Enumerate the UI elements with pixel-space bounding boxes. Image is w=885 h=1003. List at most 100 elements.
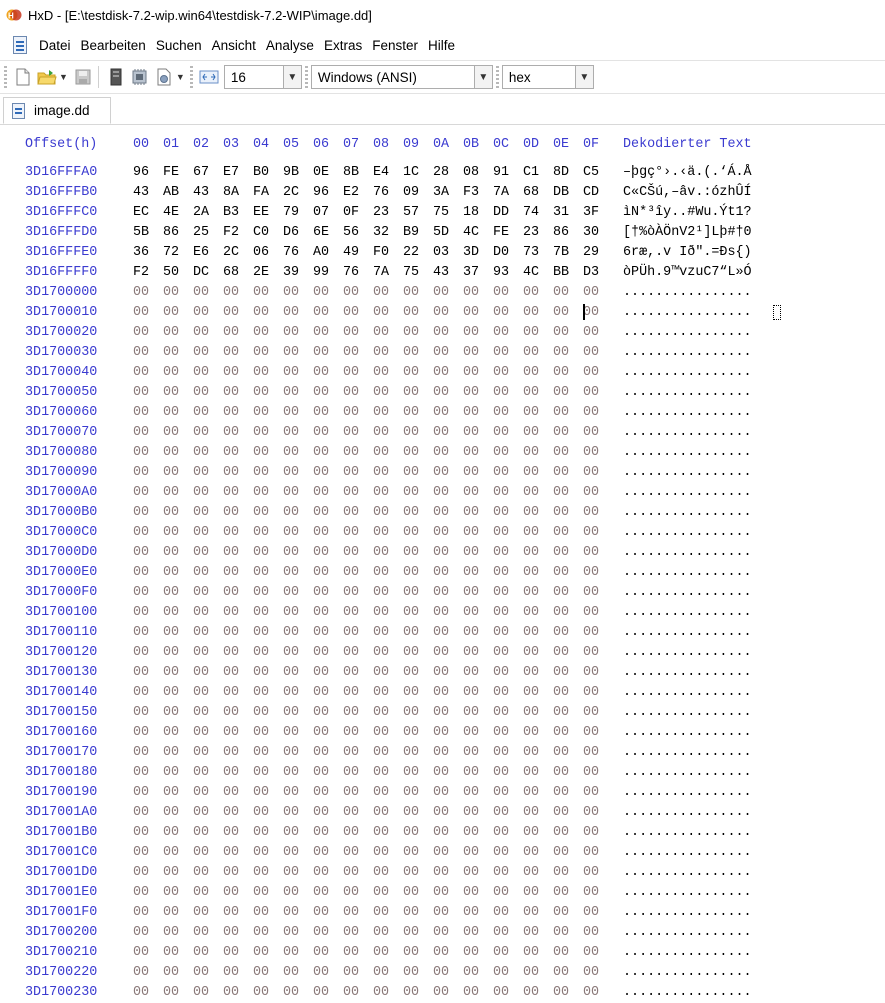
menu-ansicht[interactable]: Ansicht	[208, 38, 262, 53]
hex-byte[interactable]: 00	[583, 445, 599, 460]
hex-byte[interactable]: F3	[463, 185, 479, 200]
hex-byte[interactable]: 00	[133, 405, 149, 420]
hex-byte[interactable]: 00	[523, 645, 539, 660]
hex-byte[interactable]: 00	[493, 445, 509, 460]
hex-byte[interactable]: 00	[373, 485, 389, 500]
hex-byte[interactable]: 00	[193, 765, 209, 780]
hex-byte[interactable]: 00	[493, 805, 509, 820]
hex-byte[interactable]: 00	[343, 305, 359, 320]
hex-byte[interactable]: 00	[223, 325, 239, 340]
hex-byte[interactable]: 00	[373, 705, 389, 720]
hex-byte[interactable]: 00	[283, 545, 299, 560]
hex-byte[interactable]: 00	[343, 645, 359, 660]
hex-byte[interactable]: 00	[133, 505, 149, 520]
hex-byte[interactable]: 00	[493, 565, 509, 580]
hex-byte[interactable]: 00	[133, 945, 149, 960]
hex-byte[interactable]: 00	[343, 965, 359, 980]
decoded-text[interactable]: ìN*³îy..#Wu.Ýt1?	[623, 205, 752, 220]
hex-byte[interactable]: 99	[313, 265, 329, 280]
hex-byte[interactable]: 00	[463, 725, 479, 740]
hex-byte[interactable]: 00	[223, 765, 239, 780]
hex-byte[interactable]: 00	[523, 865, 539, 880]
hex-byte[interactable]: 00	[343, 545, 359, 560]
hex-byte[interactable]: 00	[373, 785, 389, 800]
hex-byte[interactable]: 00	[283, 765, 299, 780]
hex-byte[interactable]: 00	[133, 725, 149, 740]
hex-byte[interactable]: 00	[343, 345, 359, 360]
hex-byte[interactable]: 00	[523, 805, 539, 820]
hex-byte[interactable]: 00	[523, 525, 539, 540]
hex-byte[interactable]: 00	[343, 565, 359, 580]
decoded-text[interactable]: ................	[623, 345, 752, 360]
hex-byte[interactable]: 00	[223, 845, 239, 860]
hex-byte[interactable]: 00	[403, 905, 419, 920]
hex-byte[interactable]: 00	[553, 465, 569, 480]
hex-byte[interactable]: 00	[523, 345, 539, 360]
hex-byte[interactable]: 00	[403, 485, 419, 500]
hex-byte[interactable]: 00	[133, 365, 149, 380]
hex-byte[interactable]: 00	[283, 285, 299, 300]
hex-byte[interactable]: 00	[373, 625, 389, 640]
hex-byte[interactable]: 00	[553, 905, 569, 920]
decoded-text[interactable]: ................	[623, 985, 752, 1000]
hex-byte[interactable]: 57	[403, 205, 419, 220]
hex-byte[interactable]: 68	[523, 185, 539, 200]
hex-byte[interactable]: 00	[583, 465, 599, 480]
hex-byte[interactable]: 00	[523, 745, 539, 760]
hex-byte[interactable]: 00	[193, 945, 209, 960]
hex-byte[interactable]: 00	[523, 625, 539, 640]
hex-byte[interactable]: 00	[403, 825, 419, 840]
hex-byte[interactable]: 00	[433, 865, 449, 880]
hex-byte[interactable]: 00	[133, 805, 149, 820]
hex-byte[interactable]: 00	[463, 765, 479, 780]
hex-byte[interactable]: 00	[493, 725, 509, 740]
hex-byte[interactable]: 00	[163, 725, 179, 740]
decoded-text[interactable]: ................	[623, 425, 752, 440]
hex-byte[interactable]: 00	[163, 345, 179, 360]
hex-byte[interactable]: 00	[403, 965, 419, 980]
hex-byte[interactable]: 00	[313, 565, 329, 580]
hex-byte[interactable]: 00	[193, 565, 209, 580]
hex-byte[interactable]: 00	[253, 325, 269, 340]
hex-byte[interactable]: DB	[553, 185, 569, 200]
hex-byte[interactable]: 00	[193, 365, 209, 380]
hex-byte[interactable]: 00	[283, 825, 299, 840]
toolbar-grip[interactable]	[495, 66, 499, 88]
hex-byte[interactable]: 00	[553, 585, 569, 600]
menu-suchen[interactable]: Suchen	[152, 38, 208, 53]
hex-byte[interactable]: 00	[403, 665, 419, 680]
hex-byte[interactable]: 00	[373, 465, 389, 480]
hex-byte[interactable]: 30	[583, 225, 599, 240]
hex-byte[interactable]: 00	[343, 985, 359, 1000]
hex-byte[interactable]: 00	[433, 825, 449, 840]
hex-byte[interactable]: CD	[583, 185, 599, 200]
hex-byte[interactable]: 32	[373, 225, 389, 240]
hex-byte[interactable]: 00	[523, 285, 539, 300]
hex-byte[interactable]: 00	[583, 525, 599, 540]
hex-byte[interactable]: 00	[553, 445, 569, 460]
decoded-text[interactable]: ................	[623, 945, 752, 960]
hex-byte[interactable]: 00	[433, 605, 449, 620]
hex-byte[interactable]: 00	[253, 945, 269, 960]
hex-byte[interactable]: 00	[223, 305, 239, 320]
decoded-text[interactable]: ................	[623, 745, 752, 760]
hex-byte[interactable]: 00	[403, 985, 419, 1000]
hex-byte[interactable]: 4E	[163, 205, 179, 220]
menu-fenster[interactable]: Fenster	[368, 38, 424, 53]
hex-byte[interactable]: 00	[583, 665, 599, 680]
hex-byte[interactable]: 00	[373, 825, 389, 840]
hex-byte[interactable]: 00	[553, 485, 569, 500]
hex-byte[interactable]: 00	[493, 605, 509, 620]
hex-byte[interactable]: 00	[583, 585, 599, 600]
hex-byte[interactable]: 00	[553, 945, 569, 960]
hex-byte[interactable]: 00	[523, 465, 539, 480]
hex-byte[interactable]: 00	[163, 505, 179, 520]
hex-byte[interactable]: 00	[493, 705, 509, 720]
hex-byte[interactable]: 00	[163, 925, 179, 940]
hex-byte[interactable]: 00	[223, 445, 239, 460]
hex-byte[interactable]: 00	[493, 485, 509, 500]
hex-byte[interactable]: 00	[133, 545, 149, 560]
hex-byte[interactable]: 00	[313, 785, 329, 800]
hex-byte[interactable]: 00	[253, 605, 269, 620]
hex-byte[interactable]: 00	[193, 925, 209, 940]
